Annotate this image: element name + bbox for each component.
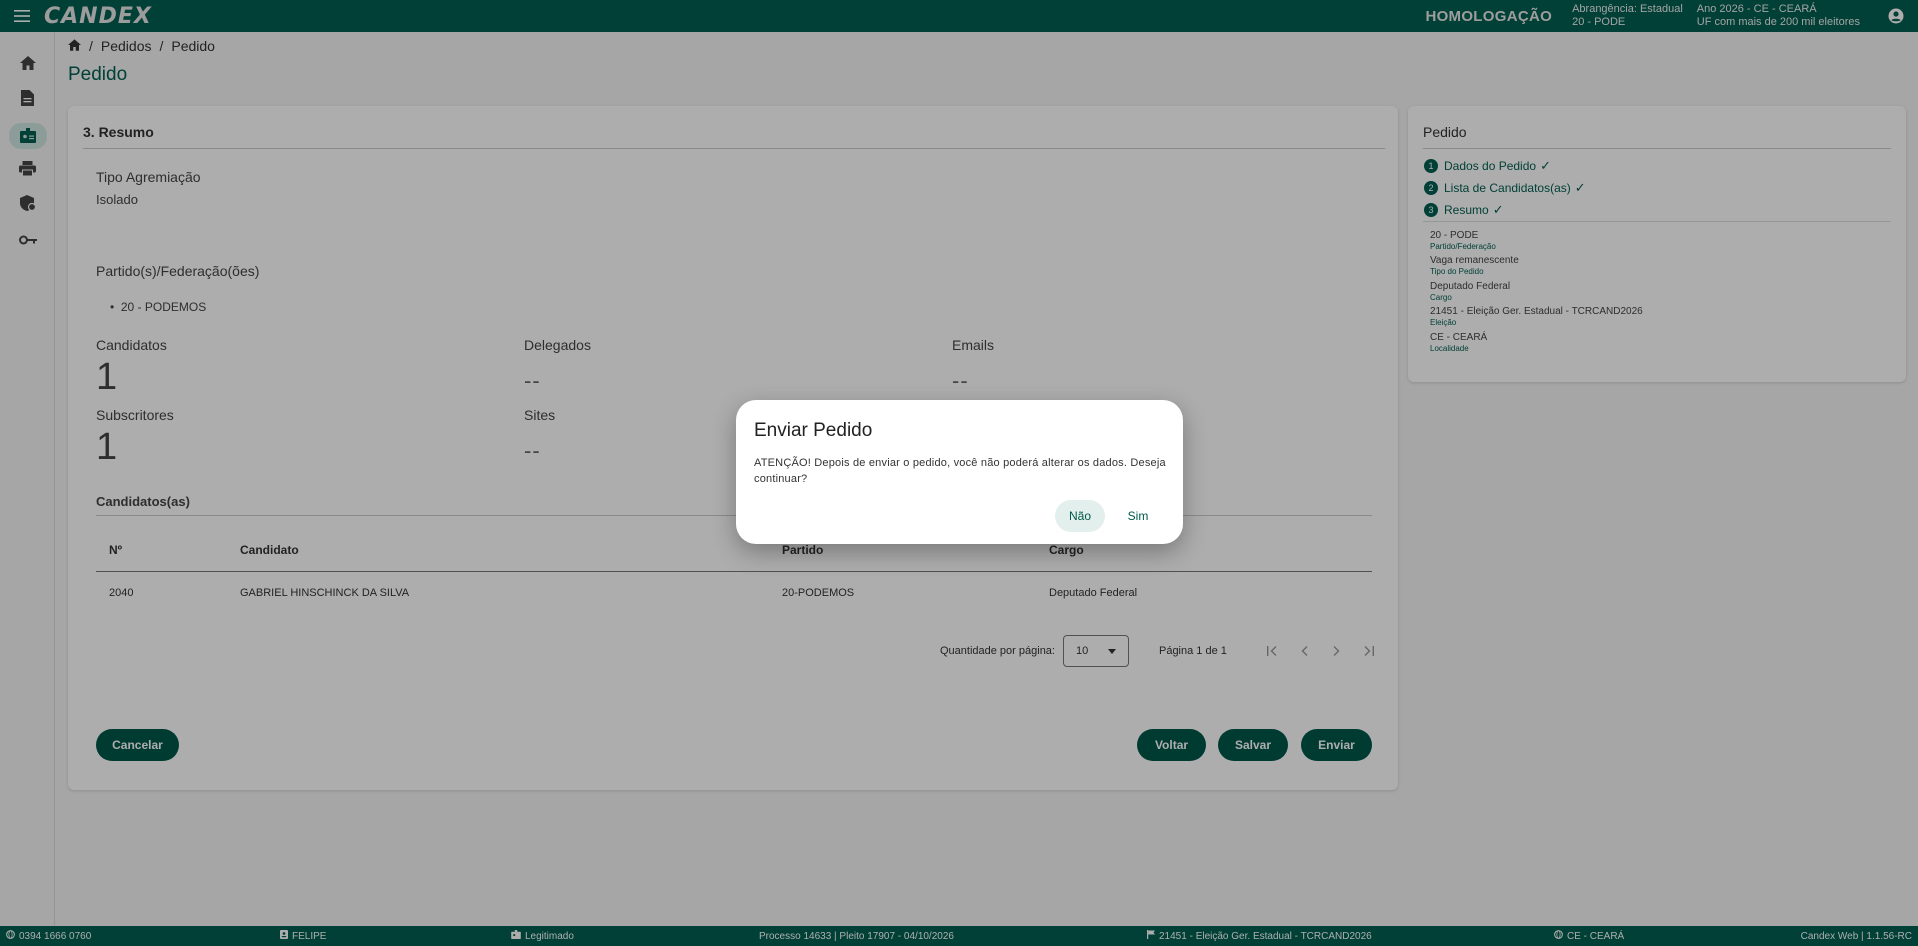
send-order-dialog: Enviar Pedido ATENÇÃO! Depois de enviar …: [736, 400, 1183, 544]
dialog-title: Enviar Pedido: [754, 420, 873, 441]
no-button[interactable]: Não: [1055, 500, 1105, 532]
yes-button[interactable]: Sim: [1113, 500, 1163, 532]
dialog-message: ATENÇÃO! Depois de enviar o pedido, você…: [754, 457, 1166, 485]
